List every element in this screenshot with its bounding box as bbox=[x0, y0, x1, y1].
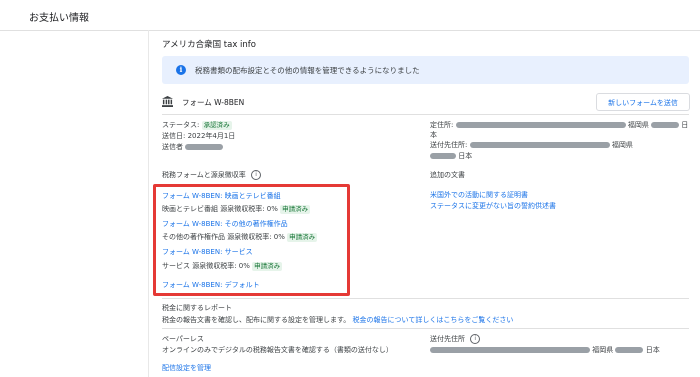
address-row: 定住所: 福岡県 日 bbox=[430, 120, 688, 130]
redacted-sender bbox=[185, 144, 224, 150]
top-bar: お支払い情報 bbox=[0, 0, 700, 31]
affidavit-link[interactable]: ステータスに変更がない旨の誓約供述書 bbox=[430, 201, 556, 211]
new-form-button[interactable]: 新しいフォームを送信 bbox=[596, 93, 690, 111]
paperless-country: 日本 bbox=[645, 346, 660, 354]
paperless-address-row: 福岡県 日本 bbox=[430, 345, 660, 355]
mail-address-row: 送付先住所: 福岡県 bbox=[430, 140, 633, 150]
tax-reports-link[interactable]: 税金の報告について詳しくはこちらをご覧ください bbox=[353, 316, 514, 324]
info-banner: i 税務書類の配布設定とその他の情報を管理できるようになりました bbox=[162, 56, 689, 84]
address-country-line2: 本 bbox=[430, 131, 437, 139]
section-title: アメリカ合衆国 tax info bbox=[162, 40, 256, 50]
mail-address-label: 送付先住所: bbox=[430, 141, 468, 149]
status-row: ステータス: 承認済み bbox=[162, 120, 232, 130]
status-label: ステータス: bbox=[162, 121, 200, 129]
info-icon: i bbox=[176, 65, 186, 75]
sender-row: 送信者 bbox=[162, 142, 224, 152]
help-icon[interactable]: i bbox=[470, 334, 481, 344]
redacted-paperless-address bbox=[430, 347, 590, 353]
divider bbox=[162, 298, 689, 299]
redacted-address bbox=[455, 122, 626, 128]
status-badge: 承認済み bbox=[201, 121, 232, 130]
tax-forms-heading: 税務フォームと源泉徴収率 i bbox=[162, 170, 262, 180]
mail-region: 福岡県 bbox=[611, 141, 633, 149]
bank-icon bbox=[162, 96, 173, 107]
address-region: 福岡県 bbox=[627, 121, 649, 129]
sender-label: 送信者 bbox=[162, 143, 183, 151]
delivery-settings-link[interactable]: 配信設定を管理 bbox=[162, 363, 211, 373]
redacted-mail-address bbox=[469, 142, 610, 148]
divider bbox=[162, 114, 689, 115]
sent-date: 送信日: 2022年4月1日 bbox=[162, 132, 236, 140]
tax-reports-row: 税金の報告文書を確認し、配布に関する設定を管理します。 税金の報告について詳しく… bbox=[162, 315, 513, 325]
redacted-address-2 bbox=[651, 122, 680, 128]
address-country-suffix: 日 bbox=[681, 121, 689, 129]
paperless-mail-label-text: 送付先住所 bbox=[430, 335, 465, 343]
highlight-box bbox=[153, 184, 350, 296]
left-panel-divider bbox=[148, 30, 149, 377]
redacted-mail-address-2 bbox=[430, 153, 456, 159]
tax-reports-heading: 税金に関するレポート bbox=[162, 304, 232, 312]
tax-forms-heading-text: 税務フォームと源泉徴収率 bbox=[162, 171, 246, 179]
tax-reports-text: 税金の報告文書を確認し、配布に関する設定を管理します。 bbox=[162, 316, 351, 324]
help-icon[interactable]: i bbox=[251, 170, 262, 180]
mail-country: 日本 bbox=[458, 152, 473, 160]
address-label: 定住所: bbox=[430, 121, 454, 129]
paperless-mail-label: 送付先住所 i bbox=[430, 334, 481, 344]
additional-docs-heading: 追加の文書 bbox=[430, 171, 465, 179]
redacted-paperless-address-2 bbox=[615, 347, 644, 353]
paperless-heading: ペーパーレス bbox=[162, 335, 204, 343]
divider bbox=[162, 328, 689, 329]
paperless-region: 福岡県 bbox=[592, 346, 614, 354]
paperless-text: オンラインのみでデジタルの税務報告文書を確認する（書類の送付なし） bbox=[162, 346, 393, 354]
mail-country-row: 日本 bbox=[430, 151, 472, 161]
form-name: フォーム W-8BEN bbox=[182, 98, 245, 107]
certificate-link[interactable]: 米国外での活動に関する証明書 bbox=[430, 190, 528, 200]
banner-text: 税務書類の配布設定とその他の情報を管理できるようになりました bbox=[195, 66, 420, 75]
page-title: お支払い情報 bbox=[29, 13, 89, 24]
